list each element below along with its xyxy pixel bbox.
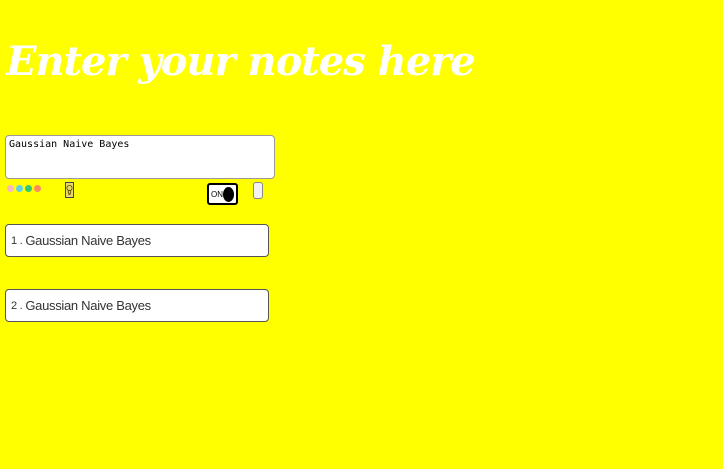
color-swatch-pink[interactable] bbox=[7, 185, 14, 192]
on-off-toggle[interactable]: ON bbox=[207, 183, 238, 205]
lightbulb-button[interactable] bbox=[65, 182, 74, 198]
color-swatch-green[interactable] bbox=[25, 185, 32, 192]
notes-input[interactable] bbox=[5, 135, 275, 179]
note-item[interactable]: 1 . Gaussian Naive Bayes bbox=[5, 224, 269, 257]
note-text: Gaussian Naive Bayes bbox=[25, 233, 151, 248]
toggle-label: ON bbox=[211, 189, 223, 199]
notes-page: Enter your notes here ON 1 . Gaussian Na… bbox=[0, 0, 723, 469]
note-number: 2 . bbox=[11, 299, 23, 312]
note-item[interactable]: 2 . Gaussian Naive Bayes bbox=[5, 289, 269, 322]
page-title: Enter your notes here bbox=[6, 38, 476, 85]
lightbulb-icon bbox=[66, 185, 73, 195]
color-swatch-cyan[interactable] bbox=[16, 185, 23, 192]
color-swatch-orange[interactable] bbox=[34, 185, 41, 192]
note-number: 1 . bbox=[11, 234, 23, 247]
note-text: Gaussian Naive Bayes bbox=[25, 298, 151, 313]
toggle-knob bbox=[223, 186, 234, 202]
color-picker bbox=[7, 185, 41, 192]
add-note-button[interactable] bbox=[253, 182, 263, 199]
